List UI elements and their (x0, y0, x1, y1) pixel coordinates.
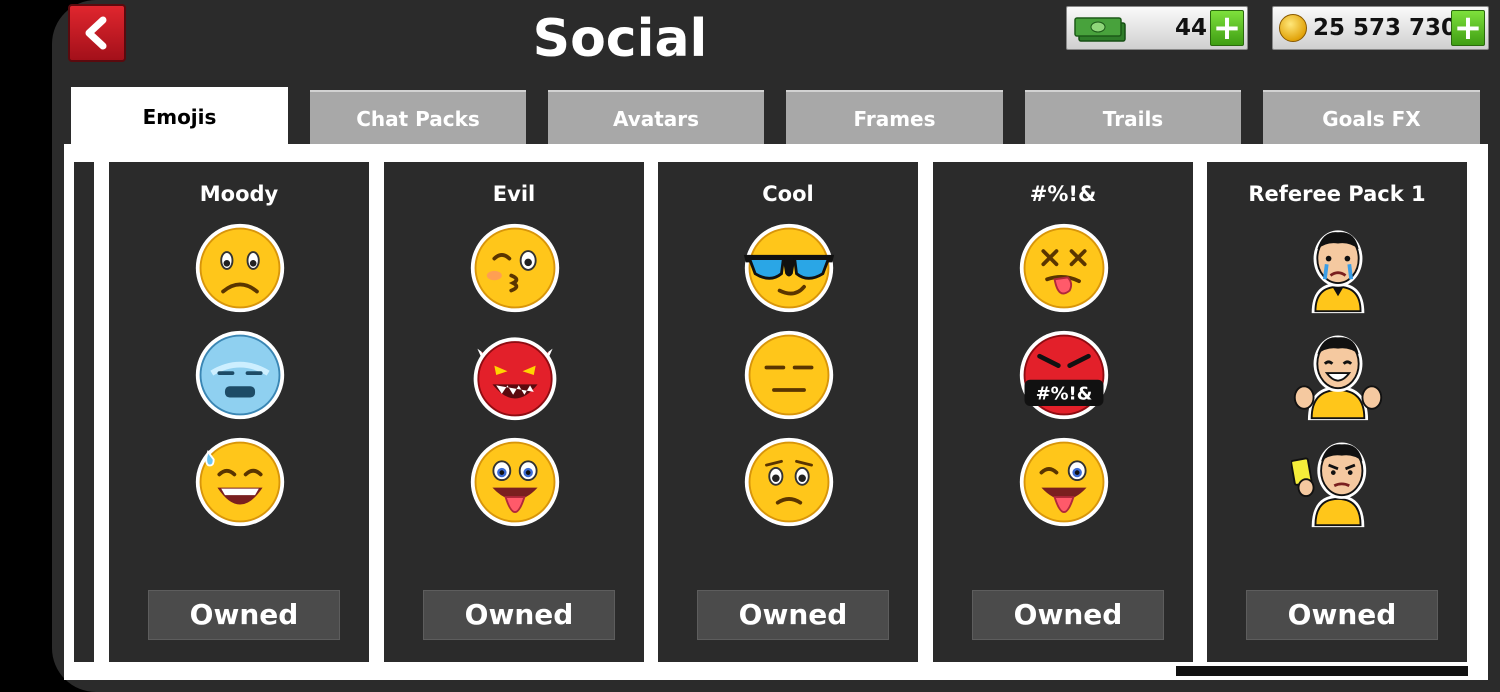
expressionless-face-icon (744, 330, 834, 420)
cash-value: 44 (1174, 15, 1207, 41)
cash-balance: 44 + (1066, 6, 1248, 50)
frown-face-icon (195, 223, 285, 313)
plus-icon: + (1453, 8, 1483, 48)
cash-icon (1074, 17, 1126, 42)
owned-button[interactable]: Owned (423, 590, 615, 640)
tab-avatars[interactable]: Avatars (548, 90, 764, 144)
thumbs-up-referee-icon (1293, 335, 1383, 421)
pack-card-moody[interactable]: Moody Owned (109, 162, 369, 662)
add-coins-button[interactable]: + (1451, 10, 1485, 46)
cursing-face-icon: #%!& (1019, 330, 1109, 420)
red-devil-face-icon (473, 337, 557, 421)
partial-card (74, 162, 94, 662)
page-title: Social (532, 9, 708, 69)
pack-title: #%!& (1029, 182, 1097, 206)
tab-goals-fx[interactable]: Goals FX (1263, 90, 1480, 144)
owned-button[interactable]: Owned (148, 590, 340, 640)
wink-tongue-face-icon (1019, 437, 1109, 527)
scrollbar-thumb[interactable] (1176, 666, 1468, 676)
dizzy-tongue-face-icon (1019, 223, 1109, 313)
pack-card-cool[interactable]: Cool Owned (658, 162, 918, 662)
tab-chat-packs[interactable]: Chat Packs (310, 90, 526, 144)
yellow-card-referee-icon (1291, 442, 1367, 528)
cursing-badge-text: #%!& (1036, 383, 1093, 404)
back-button[interactable] (68, 4, 126, 62)
tongue-out-face-icon (470, 437, 560, 527)
tab-emojis[interactable]: Emojis (71, 87, 288, 149)
tab-trails[interactable]: Trails (1025, 90, 1241, 144)
pack-title: Cool (762, 182, 814, 206)
coin-value: 25 573 730 (1313, 15, 1458, 41)
pack-title: Referee Pack 1 (1248, 182, 1426, 206)
pack-title: Evil (492, 182, 536, 206)
pack-card-evil[interactable]: Evil Owned (384, 162, 644, 662)
freezing-face-icon (195, 330, 285, 420)
owned-button[interactable]: Owned (1246, 590, 1438, 640)
pack-title: Moody (199, 182, 279, 206)
pack-card-cursing[interactable]: #%!& #%!& Owned (933, 162, 1193, 662)
pack-card-referee[interactable]: Referee Pack 1 Owned (1207, 162, 1467, 662)
worried-face-icon (744, 437, 834, 527)
coin-icon (1279, 14, 1307, 42)
owned-button[interactable]: Owned (972, 590, 1164, 640)
crying-referee-icon (1311, 230, 1365, 314)
sunglasses-face-icon (743, 223, 835, 313)
coin-balance: 25 573 730 + (1272, 6, 1489, 50)
kiss-wink-face-icon (470, 223, 560, 313)
owned-button[interactable]: Owned (697, 590, 889, 640)
add-cash-button[interactable]: + (1210, 10, 1244, 46)
sweat-grin-face-icon (195, 437, 285, 527)
chevron-left-icon (85, 16, 107, 50)
plus-icon: + (1212, 8, 1242, 48)
tab-frames[interactable]: Frames (786, 90, 1003, 144)
